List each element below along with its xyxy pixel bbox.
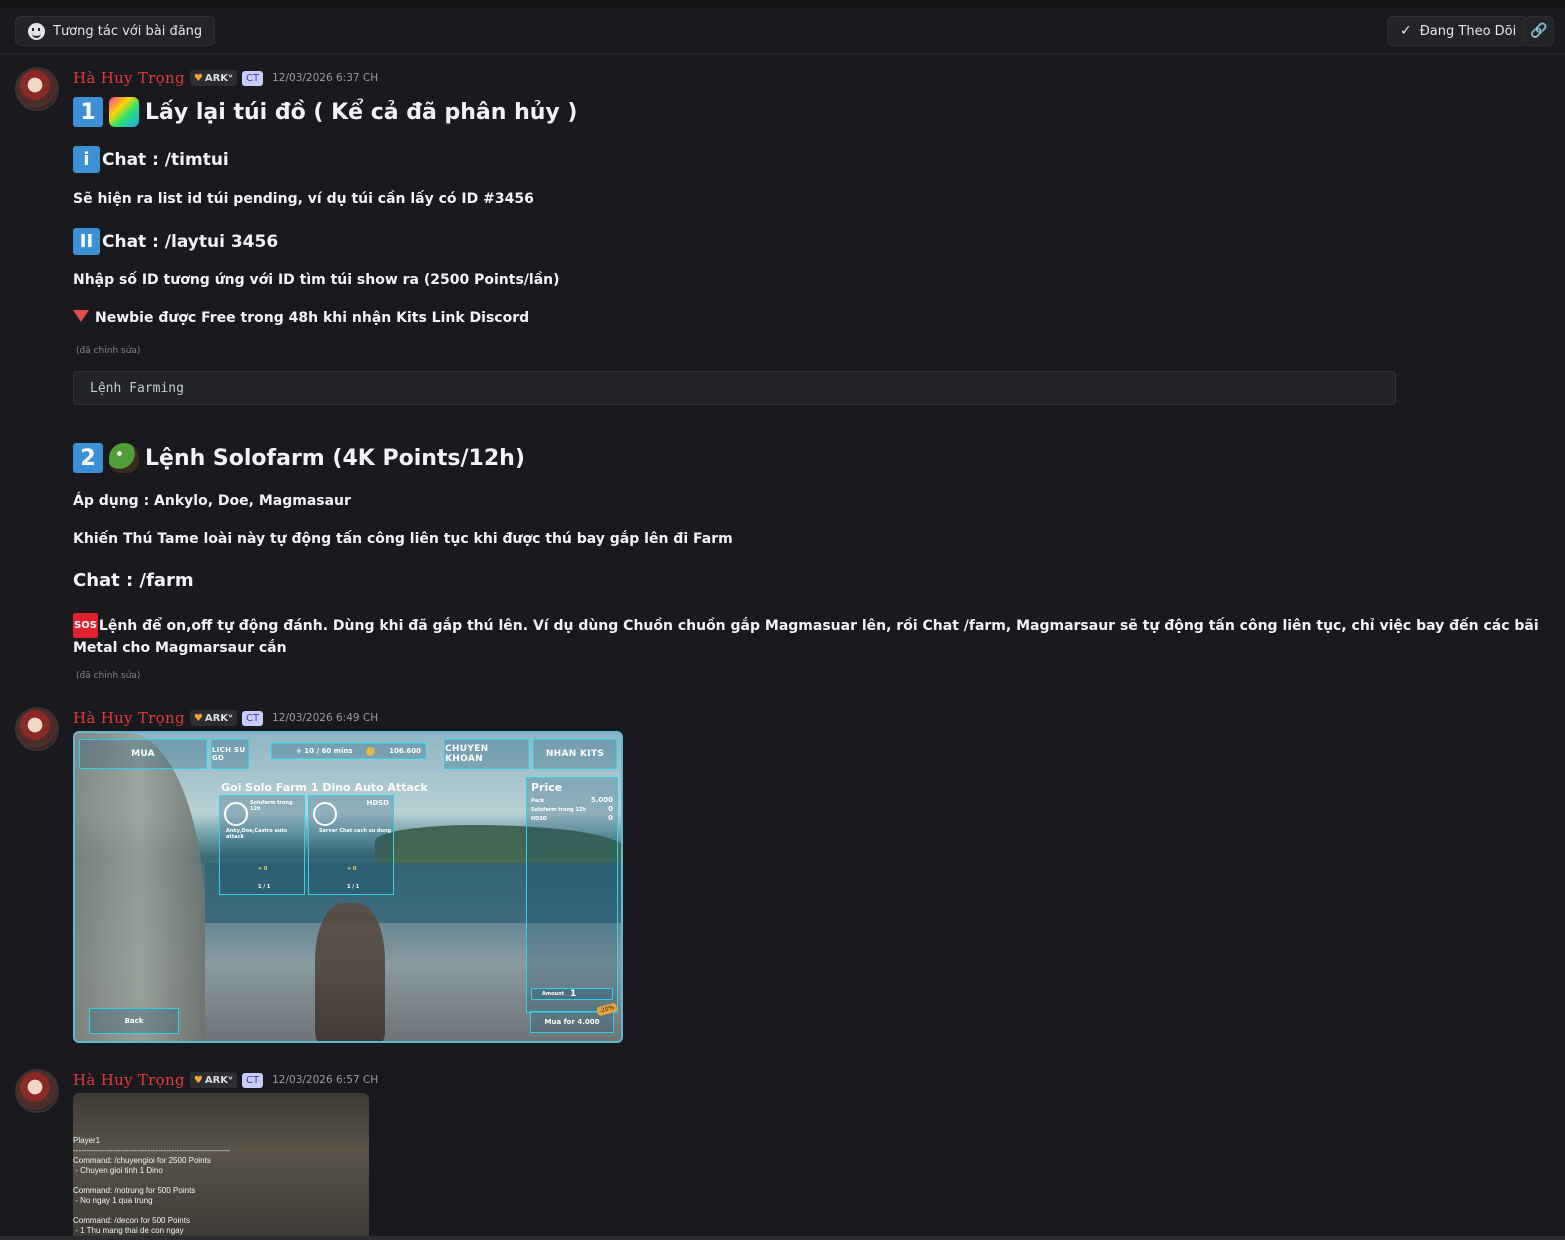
server-tag: ♥ ARKᵛ — [189, 70, 238, 86]
back-button: Back — [89, 1008, 179, 1034]
amount-stepper: Amount 1 — [531, 988, 613, 1000]
rock-scenery — [75, 733, 205, 1041]
coin-icon — [366, 746, 376, 756]
paragraph-sos: SOS Lệnh để on,off tự động đánh. Dùng khi… — [73, 613, 1543, 659]
following-button[interactable]: ✓ Đang Theo Dõi — [1387, 16, 1530, 46]
following-label: Đang Theo Dõi — [1419, 23, 1517, 39]
command-list-text: Player1 --------------------------------… — [73, 1136, 231, 1235]
edited-label: (đã chỉnh sửa) — [76, 346, 141, 356]
dna-icon — [313, 802, 337, 826]
timestamp: 12/03/2026 6:49 CH — [272, 712, 379, 724]
subheading-timtui: i Chat : /timtui — [73, 146, 229, 173]
currency-rate: + 10 / 60 mins — [296, 747, 353, 755]
subheading-laytui: II Chat : /laytui 3456 — [73, 228, 278, 255]
paragraph-newbie: Newbie được Free trong 48h khi nhận Kits… — [73, 310, 529, 326]
author-name[interactable]: Hà Huy Trọng — [73, 69, 185, 87]
package-title: Goi Solo Farm 1 Dino Auto Attack — [221, 781, 428, 794]
message-meta: Hà Huy Trọng ♥ ARKᵛ CT 12/03/2026 6:49 CH — [73, 709, 378, 727]
dna-icon — [224, 802, 248, 826]
avatar[interactable] — [15, 67, 59, 111]
timestamp: 12/03/2026 6:57 CH — [272, 1074, 379, 1086]
server-tag: ♥ ARKᵛ — [189, 1072, 238, 1088]
player-character — [315, 903, 385, 1041]
bag-emoji-icon — [109, 97, 139, 127]
message-meta: Hà Huy Trọng ♥ ARKᵛ CT 12/03/2026 6:37 CH — [73, 69, 378, 87]
author-name[interactable]: Hà Huy Trọng — [73, 709, 185, 727]
pepe-emoji-icon — [109, 443, 139, 473]
red-triangle-icon — [73, 310, 89, 322]
keycap-two-icon: 2 — [73, 443, 103, 473]
interact-with-post-button[interactable]: Tương tác với bài đăng — [15, 16, 216, 46]
heading-1: 1 Lấy lại túi đồ ( Kể cả đã phân hủy ) — [73, 97, 577, 127]
keycap-one-icon: 1 — [73, 97, 103, 127]
interact-label: Tương tác với bài đăng — [53, 23, 203, 39]
package-card: Solofarm trong 12h Anky,Doe,Castro auto … — [219, 795, 305, 895]
heart-icon: ♥ — [193, 1074, 203, 1086]
info-icon: i — [73, 146, 100, 173]
author-name[interactable]: Hà Huy Trọng — [73, 1071, 185, 1089]
link-icon: 🔗 — [1530, 23, 1548, 39]
bottom-divider — [0, 1236, 1565, 1240]
tab-history: LICH SU GD — [211, 739, 249, 769]
avatar[interactable] — [15, 707, 59, 751]
tab-mua: MUA — [79, 739, 207, 769]
terminal-screenshot-attachment[interactable]: Player1 --------------------------------… — [73, 1093, 369, 1240]
copy-link-button[interactable]: 🔗 — [1524, 16, 1554, 46]
role-badge: CT — [242, 1072, 264, 1088]
paragraph: Khiến Thú Tame loài này tự động tấn công… — [73, 531, 733, 547]
role-badge: CT — [242, 70, 264, 86]
post-header-bar: Tương tác với bài đăng ✓ Đang Theo Dõi 🔗 — [0, 0, 1565, 54]
subheading-farm: Chat : /farm — [73, 570, 194, 591]
code-block: Lệnh Farming — [73, 371, 1396, 405]
paragraph: Áp dụng : Ankylo, Doe, Magmasaur — [73, 493, 351, 509]
message-meta: Hà Huy Trọng ♥ ARKᵛ CT 12/03/2026 6:57 CH — [73, 1071, 378, 1089]
tab-kits: NHAN KITS — [533, 739, 617, 769]
sos-icon: SOS — [73, 613, 98, 638]
heart-icon: ♥ — [193, 72, 203, 84]
tab-transfer: CHUYEN KHOAN — [444, 739, 529, 769]
package-card: HDSD Server Chat cach su dung + 0 1 / 1 — [308, 795, 394, 895]
edited-label: (đã chỉnh sửa) — [76, 671, 141, 681]
price-panel: Price Pack 5.000 Solofarm trong 12h 0 HD… — [526, 777, 618, 1013]
currency-display: + 10 / 60 mins 106.600 — [271, 743, 426, 759]
paragraph: Nhập số ID tương ứng với ID tìm túi show… — [73, 272, 560, 288]
role-badge: CT — [242, 710, 264, 726]
heading-2: 2 Lệnh Solofarm (4K Points/12h) — [73, 443, 525, 473]
avatar[interactable] — [15, 1069, 59, 1113]
game-screenshot-attachment[interactable]: MUA LICH SU GD + 10 / 60 mins 106.600 CH… — [73, 731, 623, 1043]
smile-icon — [28, 22, 45, 40]
currency-value: 106.600 — [389, 747, 421, 755]
paragraph: Sẽ hiện ra list id túi pending, ví dụ tú… — [73, 191, 534, 207]
heart-icon: ♥ — [193, 712, 203, 724]
check-icon: ✓ — [1400, 23, 1412, 39]
timestamp: 12/03/2026 6:37 CH — [272, 72, 379, 84]
server-tag: ♥ ARKᵛ — [189, 710, 238, 726]
pause-icon: II — [73, 228, 100, 255]
